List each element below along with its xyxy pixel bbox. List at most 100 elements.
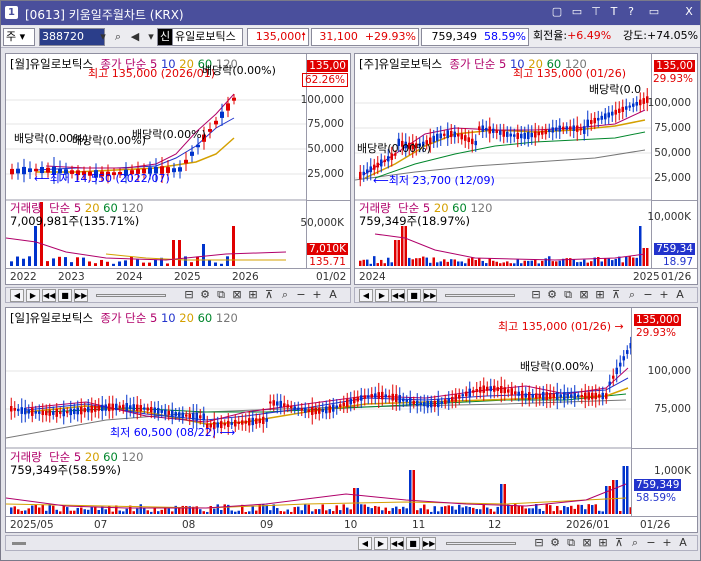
remove-icon[interactable]: ⊠ xyxy=(230,288,244,302)
candle-body xyxy=(464,135,467,141)
stop-button[interactable]: ■ xyxy=(406,537,420,550)
zoom-out-icon[interactable]: − xyxy=(641,288,655,302)
crosshair-icon[interactable]: ⊼ xyxy=(609,288,623,302)
volume-bar xyxy=(531,508,534,514)
fast-forward-button[interactable]: ▶▶ xyxy=(422,537,436,550)
volume-bar xyxy=(439,261,442,266)
candle-body xyxy=(584,392,587,400)
scroll-thumb[interactable] xyxy=(12,542,26,545)
candle-body xyxy=(586,119,589,128)
candle-body xyxy=(625,106,628,110)
auto-scale-icon[interactable]: A xyxy=(676,536,690,550)
zoom-slider[interactable] xyxy=(446,542,516,545)
monthly-chart-panel[interactable]: [월]유일로보틱스 종가 단순 5 10 20 60 120 100,000 7… xyxy=(5,53,351,285)
volume-bar xyxy=(461,507,464,514)
daily-stock-label: [일]유일로보틱스 xyxy=(10,311,94,325)
remove-icon[interactable]: ⊠ xyxy=(577,288,591,302)
zoom-out-icon[interactable]: − xyxy=(644,536,658,550)
weekly-chart-panel[interactable]: [주]유일로보틱스 종가 단순 5 10 20 60 120 100,000 7… xyxy=(354,53,698,285)
minimize-icon[interactable]: ▭ xyxy=(647,5,661,19)
scroll-left-button[interactable]: ◀ xyxy=(359,289,373,302)
fast-back-button[interactable]: ◀◀ xyxy=(390,537,404,550)
scroll-left-button[interactable]: ◀ xyxy=(358,537,372,550)
volume-bar xyxy=(506,261,509,266)
scroll-right-button[interactable]: ▶ xyxy=(375,289,389,302)
candle-body xyxy=(601,392,604,400)
volume-bar xyxy=(376,263,379,266)
zoom-in-icon[interactable]: + xyxy=(657,288,671,302)
help-icon[interactable]: ? xyxy=(624,5,638,19)
candle-body xyxy=(528,392,531,400)
fast-back-button[interactable]: ◀◀ xyxy=(391,289,405,302)
candle-body xyxy=(255,418,258,424)
daily-volume-sub: 759,349주(58.59%) xyxy=(10,463,121,477)
volume-bar xyxy=(46,261,49,266)
copy-icon[interactable]: ⧉ xyxy=(564,536,578,550)
zoom-slider[interactable] xyxy=(445,294,515,297)
remove-icon[interactable]: ⊠ xyxy=(580,536,594,550)
candle-body xyxy=(552,393,555,399)
period-select[interactable]: 주 ▾ xyxy=(3,28,35,46)
speaker-icon[interactable]: ◀ xyxy=(127,29,143,45)
volume-bar xyxy=(124,260,127,266)
magnifier-icon[interactable]: ⌕ xyxy=(625,288,639,302)
volume-bar xyxy=(465,506,468,514)
magnifier-icon[interactable]: ⌕ xyxy=(278,288,292,302)
x-tick: 2024 xyxy=(359,271,386,283)
volume-bar xyxy=(190,262,193,266)
fast-back-button[interactable]: ◀◀ xyxy=(42,289,56,302)
fast-forward-button[interactable]: ▶▶ xyxy=(74,289,88,302)
volume-bar xyxy=(577,504,580,514)
magnifier-icon[interactable]: ⌕ xyxy=(628,536,642,550)
table-icon[interactable]: ⊟ xyxy=(182,288,196,302)
crosshair-icon[interactable]: ⊼ xyxy=(612,536,626,550)
volume-bar xyxy=(251,506,254,514)
grid-icon[interactable]: ⊞ xyxy=(593,288,607,302)
restore-icon[interactable]: ▢ xyxy=(550,5,564,19)
scroll-left-button[interactable]: ◀ xyxy=(10,289,24,302)
text-icon[interactable]: T xyxy=(607,5,621,19)
candle-body xyxy=(160,410,163,413)
stop-button[interactable]: ■ xyxy=(58,289,72,302)
daily-pct-tag: 29.93% xyxy=(636,327,677,339)
fast-forward-button[interactable]: ▶▶ xyxy=(423,289,437,302)
close-icon[interactable]: X xyxy=(682,5,696,19)
table-icon[interactable]: ⊟ xyxy=(532,536,546,550)
auto-scale-icon[interactable]: A xyxy=(326,288,340,302)
grid-icon[interactable]: ⊞ xyxy=(596,536,610,550)
candle-body xyxy=(111,403,114,411)
auto-scale-icon[interactable]: A xyxy=(673,288,687,302)
scroll-right-button[interactable]: ▶ xyxy=(26,289,40,302)
monthly-vol-pct: 135.71 xyxy=(309,256,346,268)
copy-icon[interactable]: ⧉ xyxy=(214,288,228,302)
zoom-out-icon[interactable]: − xyxy=(294,288,308,302)
candle-body xyxy=(538,394,541,398)
candle-body xyxy=(139,405,142,412)
search-icon[interactable]: ⌕ xyxy=(110,29,126,45)
daily-chart-panel[interactable]: [일]유일로보틱스 종가 단순 5 10 20 60 120 100,000 7… xyxy=(5,307,698,533)
volume-bar xyxy=(622,466,625,514)
volume-bar xyxy=(632,257,635,266)
volume-bar xyxy=(166,263,169,266)
volume-bar xyxy=(418,258,421,266)
gear-icon[interactable]: ⚙ xyxy=(198,288,212,302)
copy-icon[interactable]: ⧉ xyxy=(561,288,575,302)
table-icon[interactable]: ⊟ xyxy=(529,288,543,302)
volume-bar xyxy=(457,261,460,266)
pin-icon[interactable]: ⊤ xyxy=(589,5,603,19)
zoom-slider[interactable] xyxy=(96,294,166,297)
stop-button[interactable]: ■ xyxy=(407,289,421,302)
gear-icon[interactable]: ⚙ xyxy=(548,536,562,550)
link-icon[interactable]: ▭ xyxy=(570,5,584,19)
stock-name[interactable]: 유일로보틱스 xyxy=(173,28,243,46)
code-dropdown-icon[interactable]: ▾ xyxy=(95,29,111,45)
gear-icon[interactable]: ⚙ xyxy=(545,288,559,302)
crosshair-icon[interactable]: ⊼ xyxy=(262,288,276,302)
scroll-right-button[interactable]: ▶ xyxy=(374,537,388,550)
zoom-in-icon[interactable]: + xyxy=(310,288,324,302)
candle-body xyxy=(66,411,69,414)
grid-icon[interactable]: ⊞ xyxy=(246,288,260,302)
volume-bar xyxy=(446,261,449,266)
candle-body xyxy=(513,134,516,137)
zoom-in-icon[interactable]: + xyxy=(660,536,674,550)
